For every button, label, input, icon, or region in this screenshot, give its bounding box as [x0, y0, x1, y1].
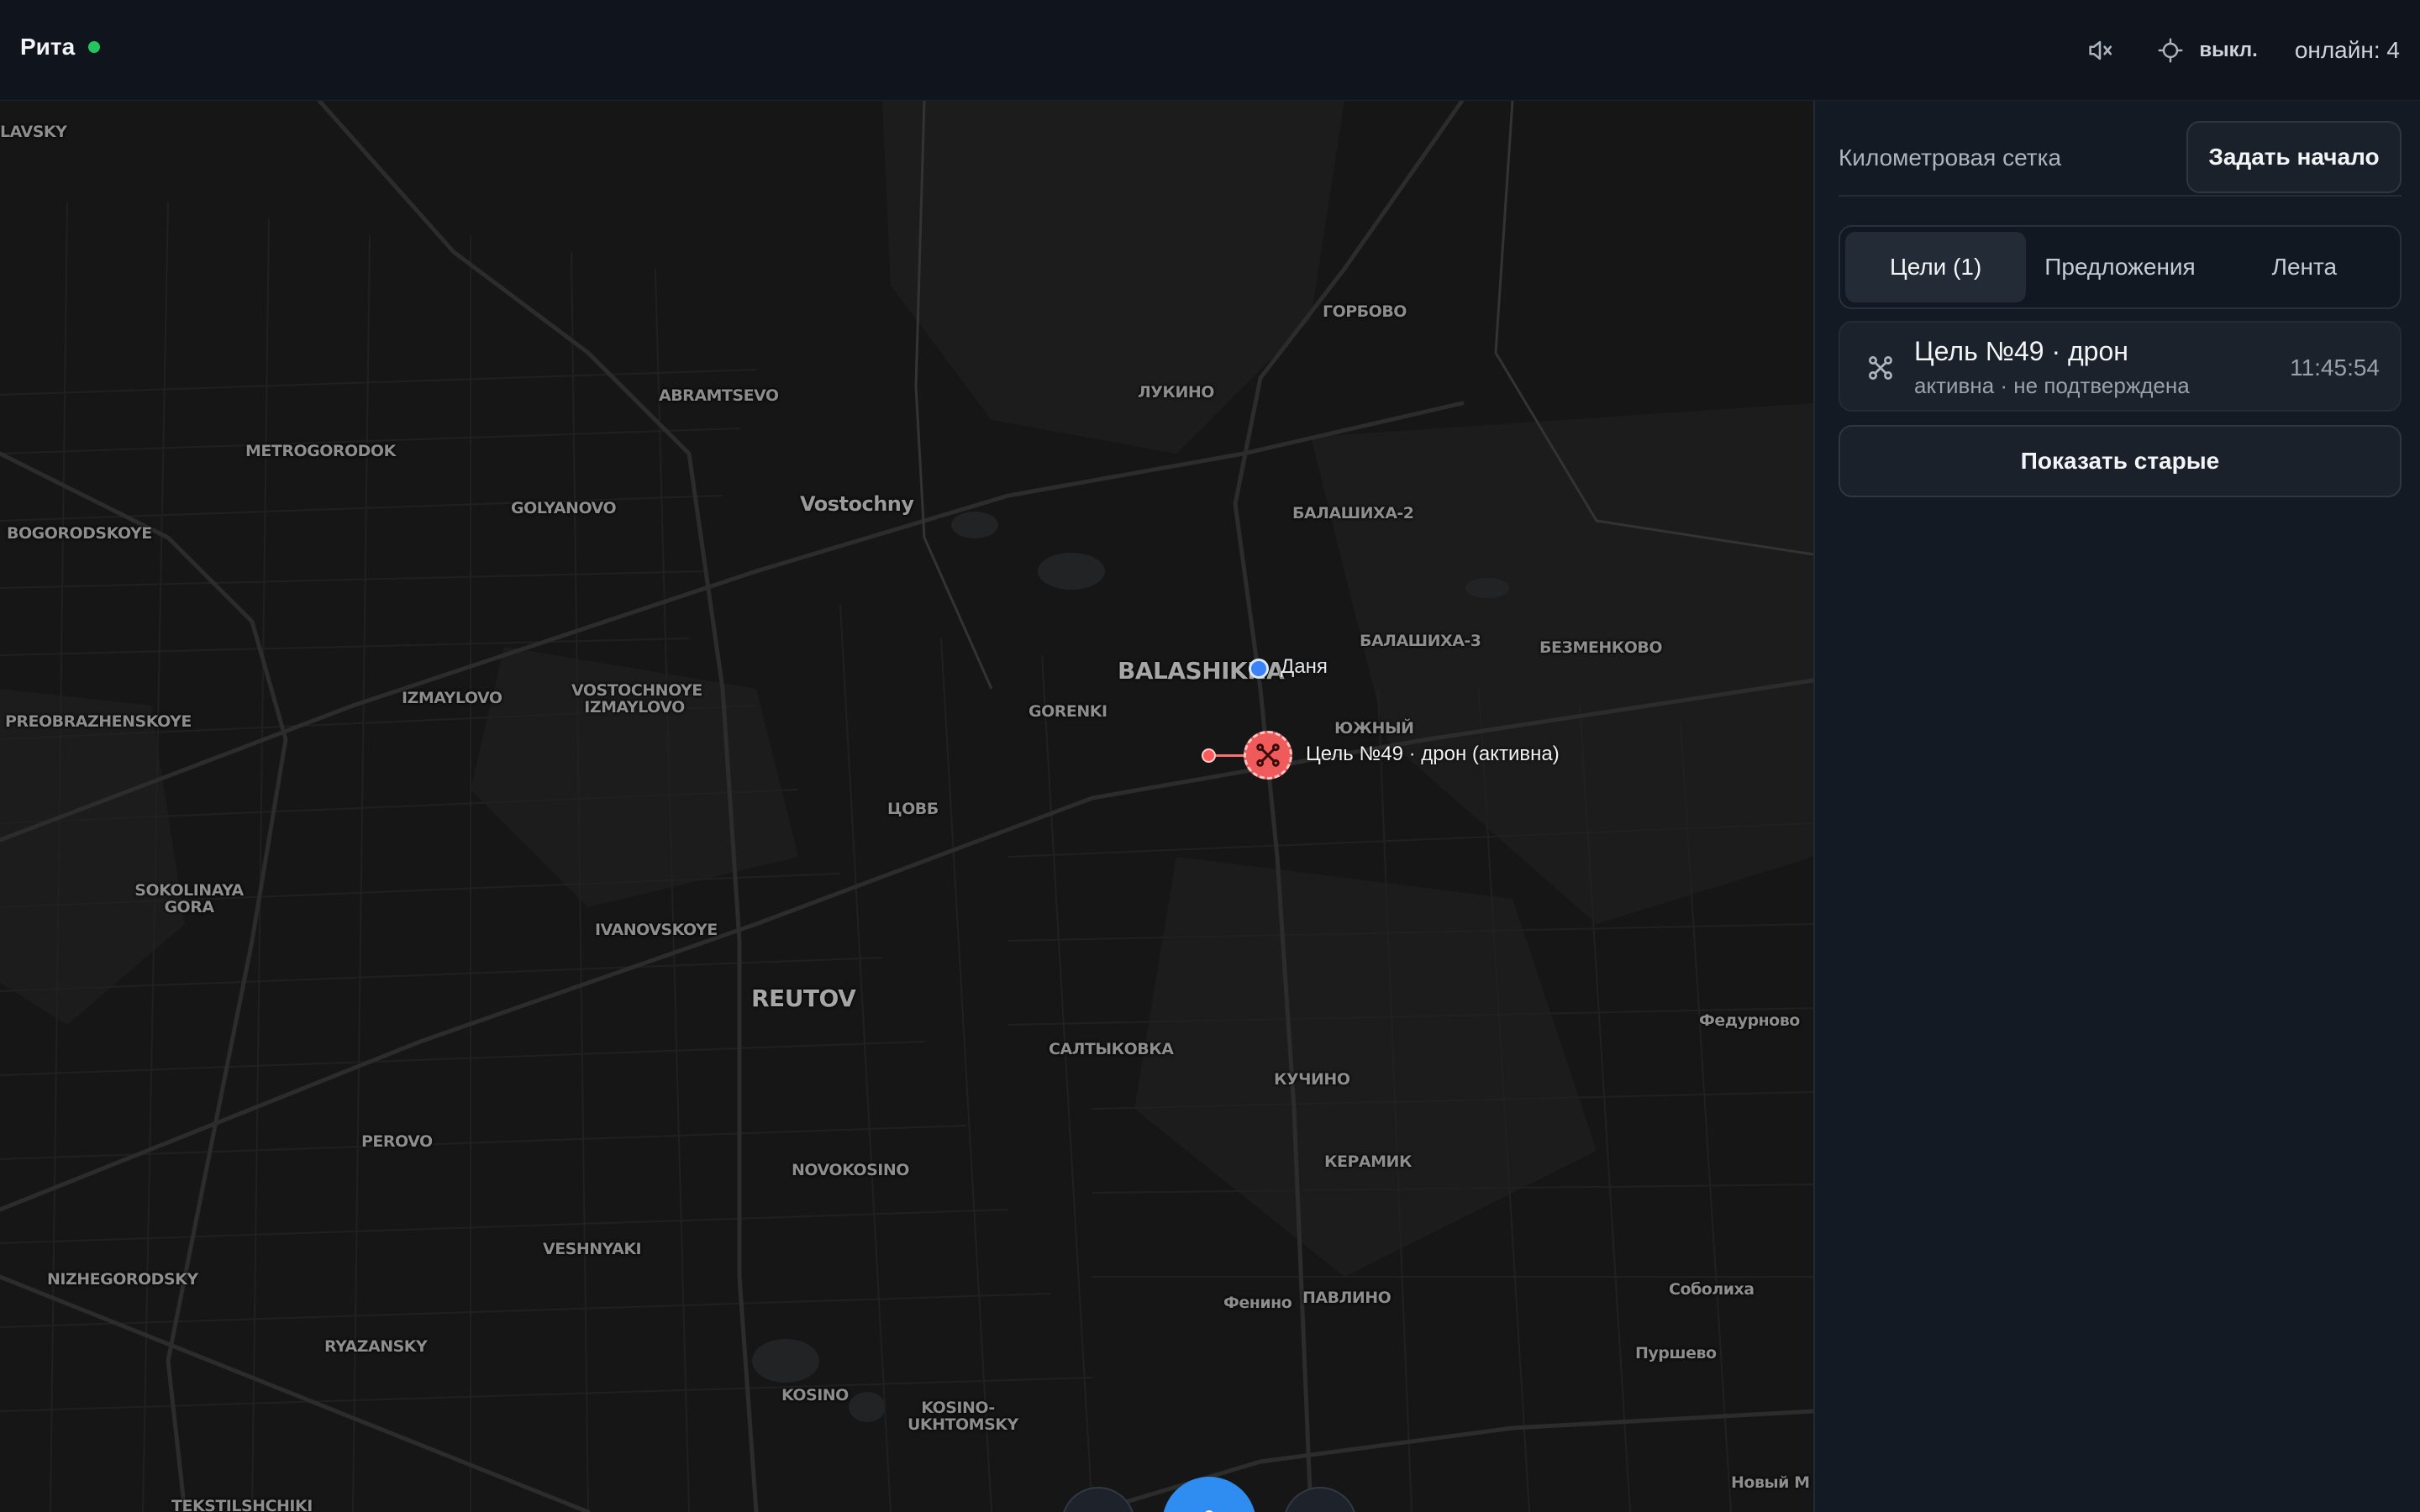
- place-label: VESHNYAKI: [543, 1240, 642, 1258]
- place-label: GOLYANOVO: [511, 499, 617, 517]
- tab-proposals[interactable]: Предложения: [2029, 232, 2210, 302]
- mute-button[interactable]: [2080, 30, 2120, 71]
- place-label: BOGORODSKOYE: [7, 524, 152, 543]
- place-label: Федурново: [1699, 1011, 1800, 1030]
- target-title: Цель №49 · дрон: [1914, 336, 2128, 366]
- place-label: ПАВЛИНО: [1302, 1289, 1392, 1307]
- place-label: TEKSTILSHCHIKI: [171, 1497, 313, 1512]
- target-marker[interactable]: [1244, 731, 1292, 780]
- user-location-marker[interactable]: [1249, 659, 1269, 679]
- place-label: METROGORODOK: [245, 442, 396, 460]
- place-label: LAVSKY: [0, 123, 67, 141]
- place-label: Vostochny: [800, 492, 914, 516]
- place-label: PREOBRAZHENSKOYE: [5, 712, 192, 731]
- place-label: NIZHEGORODSKY: [47, 1270, 198, 1289]
- place-label: GORENKI: [1028, 702, 1107, 721]
- user-indicator: Рита: [20, 34, 101, 60]
- sidebar-tabs: Цели (1) Предложения Лента: [1839, 225, 2402, 309]
- top-bar: Рита выкл. онлайн: 4: [0, 0, 2420, 101]
- target-status: активна · не подтверждена: [1914, 373, 2190, 398]
- map-view[interactable]: LAVSKY ГОРБОВО ABRAMTSEVO ЛУКИНО METROGO…: [0, 101, 1813, 1512]
- place-label: KOSINO: [781, 1386, 849, 1404]
- tab-feed[interactable]: Лента: [2214, 232, 2395, 302]
- drone-icon: [1256, 743, 1280, 767]
- target-time: 11:45:54: [2290, 354, 2380, 381]
- target-list-item[interactable]: Цель №49 · дрон активна · не подтвержден…: [1839, 321, 2402, 412]
- place-label: Новый М: [1731, 1473, 1810, 1492]
- drone-icon: [1869, 356, 1892, 380]
- place-label: IZMAYLOVO: [402, 689, 502, 707]
- km-grid-row: Километровая сетка Задать начало: [1839, 121, 2402, 197]
- top-controls: выкл. онлайн: 4: [2080, 30, 2400, 71]
- set-origin-button[interactable]: Задать начало: [2186, 121, 2402, 193]
- place-label: RYAZANSKY: [324, 1337, 428, 1356]
- online-status-dot: [88, 41, 101, 53]
- microphone-icon: [1205, 1510, 1213, 1512]
- place-label: KOSINO-UKHTOMSKY: [908, 1399, 1018, 1434]
- place-label: PEROVO: [361, 1132, 433, 1151]
- user-name: Рита: [20, 34, 76, 60]
- user-location-label: Даня: [1281, 655, 1328, 678]
- show-old-button[interactable]: Показать старые: [1839, 425, 2402, 497]
- place-label: ABRAMTSEVO: [659, 386, 779, 405]
- place-label: КУЧИНО: [1274, 1070, 1350, 1089]
- place-label: ЛУКИНО: [1138, 383, 1214, 402]
- tab-targets[interactable]: Цели (1): [1845, 232, 2027, 302]
- place-label: САЛТЫКОВКА: [1049, 1040, 1174, 1058]
- place-label: VOSTOCHNOYE IZMAYLOVO: [571, 681, 702, 717]
- place-label: NOVOKOSINO: [792, 1161, 909, 1179]
- crosshair-icon: [2158, 38, 2183, 63]
- target-heading-dot: [1202, 748, 1216, 763]
- place-label: ЦОВБ: [887, 800, 939, 818]
- place-label: ЮЖНЫЙ: [1334, 719, 1414, 738]
- place-label: БЕЗМЕНКОВО: [1539, 638, 1663, 657]
- location-tracking-label: выкл.: [2199, 39, 2258, 61]
- place-label: Пуршево: [1635, 1344, 1717, 1362]
- place-label: ГОРБОВО: [1323, 302, 1407, 321]
- place-label: Фенино: [1223, 1294, 1292, 1312]
- target-marker-label: Цель №49 · дрон (активна): [1306, 743, 1560, 765]
- place-label: КЕРАМИК: [1324, 1152, 1412, 1171]
- speaker-mute-icon: [2089, 40, 2112, 60]
- place-label: IVANOVSKOYE: [595, 921, 718, 939]
- place-label: БАЛАШИХА-2: [1292, 504, 1414, 522]
- location-tracking-toggle[interactable]: выкл.: [2157, 37, 2258, 64]
- sidebar: Километровая сетка Задать начало Цели (1…: [1813, 101, 2420, 1512]
- place-label: Соболиха: [1669, 1280, 1754, 1299]
- km-grid-label: Километровая сетка: [1839, 144, 2062, 171]
- online-count: онлайн: 4: [2294, 37, 2400, 63]
- place-label: БАЛАШИХА-3: [1360, 632, 1481, 650]
- place-label: SOKOLINAYA GORA: [134, 881, 244, 916]
- place-label: REUTOV: [751, 984, 856, 1012]
